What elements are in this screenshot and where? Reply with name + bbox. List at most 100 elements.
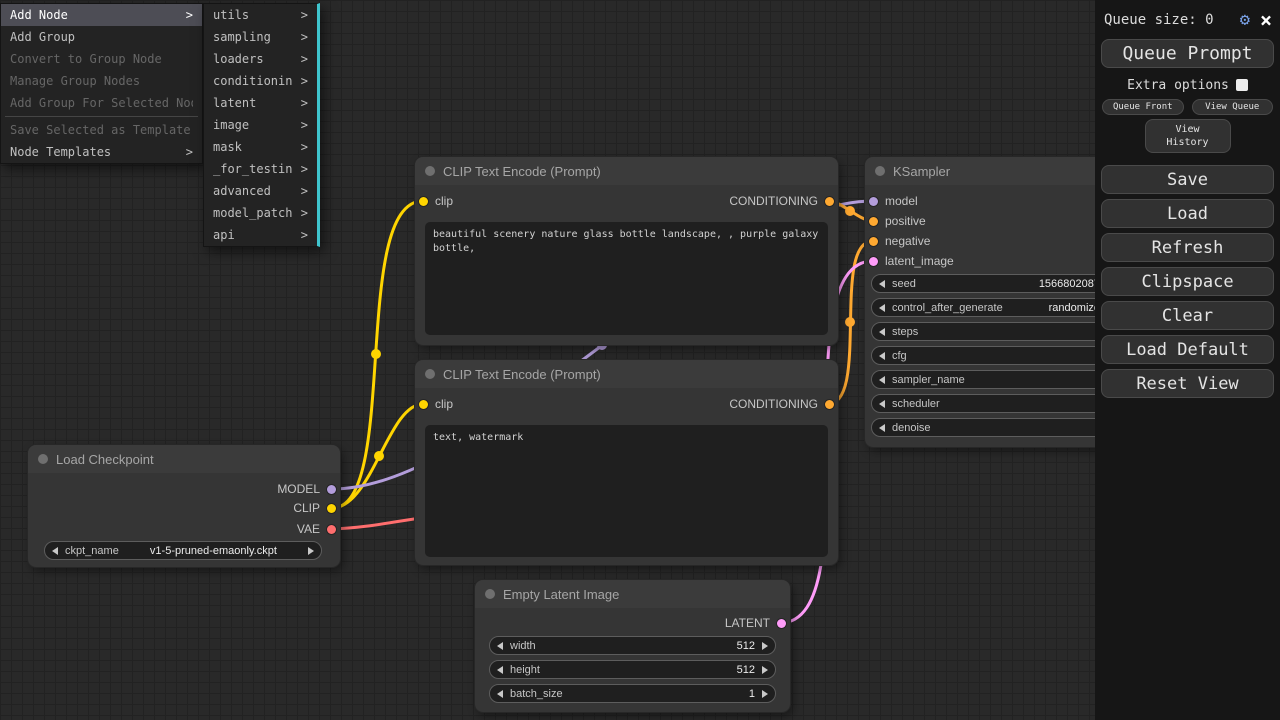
decrement-arrow-icon[interactable] <box>879 424 885 432</box>
positive-input-dot[interactable] <box>869 217 878 226</box>
node-clip-text-encode-negative[interactable]: CLIP Text Encode (Prompt) clip CONDITION… <box>415 360 838 565</box>
menu-separator <box>5 116 198 117</box>
view-queue-button[interactable]: View Queue <box>1192 99 1274 115</box>
decrement-arrow-icon[interactable] <box>879 400 885 408</box>
widget-height[interactable]: height 512 <box>489 660 776 679</box>
menu-item-node-templates[interactable]: Node Templates > <box>1 141 202 163</box>
submenu-item-api[interactable]: api > <box>204 224 317 246</box>
node-collapse-dot[interactable] <box>38 454 48 464</box>
menu-item-manage-group-nodes[interactable]: Manage Group Nodes <box>1 70 202 92</box>
clip-output-dot[interactable] <box>327 504 336 513</box>
vae-output-dot[interactable] <box>327 525 336 534</box>
node-collapse-dot[interactable] <box>485 589 495 599</box>
node-titlebar[interactable]: CLIP Text Encode (Prompt) <box>415 157 838 185</box>
node-title-label: Empty Latent Image <box>503 587 619 602</box>
node-titlebar[interactable]: KSampler <box>865 157 1128 185</box>
node-title-label: KSampler <box>893 164 950 179</box>
node-titlebar[interactable]: CLIP Text Encode (Prompt) <box>415 360 838 388</box>
widget-width[interactable]: width 512 <box>489 636 776 655</box>
increment-arrow-icon[interactable] <box>762 666 768 674</box>
widget-scheduler[interactable]: scheduler <box>871 394 1121 413</box>
submenu-item-conditioning[interactable]: conditioning > <box>204 70 317 92</box>
prompt-textarea[interactable]: beautiful scenery nature glass bottle la… <box>425 222 828 335</box>
load-button[interactable]: Load <box>1101 199 1274 228</box>
view-history-button[interactable]: View History <box>1145 119 1231 153</box>
menu-item-add-group[interactable]: Add Group <box>1 26 202 48</box>
latent-output-dot[interactable] <box>777 619 786 628</box>
node-load-checkpoint[interactable]: Load Checkpoint MODEL CLIP VAE ckpt_name… <box>28 445 340 567</box>
submenu-item-utils[interactable]: utils > <box>204 4 317 26</box>
node-collapse-dot[interactable] <box>425 166 435 176</box>
menu-item-add-group-for-selected-nodes[interactable]: Add Group For Selected Nodes <box>1 92 202 114</box>
latent-image-input-dot[interactable] <box>869 257 878 266</box>
submenu-item-mask[interactable]: mask > <box>204 136 317 158</box>
negative-input-dot[interactable] <box>869 237 878 246</box>
decrement-arrow-icon[interactable] <box>497 666 503 674</box>
decrement-arrow-icon[interactable] <box>879 376 885 384</box>
node-collapse-dot[interactable] <box>425 369 435 379</box>
submenu-item-sampling[interactable]: sampling > <box>204 26 317 48</box>
menu-item-convert-to-group-node[interactable]: Convert to Group Node <box>1 48 202 70</box>
menu-item-add-node[interactable]: Add Node > <box>1 4 202 26</box>
refresh-button[interactable]: Refresh <box>1101 233 1274 262</box>
widget-name: seed <box>892 278 916 290</box>
widget-ckpt-name[interactable]: ckpt_name v1-5-pruned-emaonly.ckpt <box>44 541 322 560</box>
widget-value: v1-5-pruned-emaonly.ckpt <box>126 545 301 557</box>
increment-arrow-icon[interactable] <box>762 690 768 698</box>
load-default-button[interactable]: Load Default <box>1101 335 1274 364</box>
reset-view-button[interactable]: Reset View <box>1101 369 1274 398</box>
decrement-arrow-icon[interactable] <box>497 642 503 650</box>
node-titlebar[interactable]: Empty Latent Image <box>475 580 790 608</box>
previous-arrow-icon[interactable] <box>52 547 58 555</box>
widget-sampler-name[interactable]: sampler_name <box>871 370 1121 389</box>
next-arrow-icon[interactable] <box>308 547 314 555</box>
decrement-arrow-icon[interactable] <box>879 280 885 288</box>
submenu-item-advanced[interactable]: advanced > <box>204 180 317 202</box>
submenu-item-model-patches[interactable]: model_patches > <box>204 202 317 224</box>
model-input-dot[interactable] <box>869 197 878 206</box>
clip-input-dot[interactable] <box>419 197 428 206</box>
decrement-arrow-icon[interactable] <box>879 352 885 360</box>
save-button[interactable]: Save <box>1101 165 1274 194</box>
conditioning-output-dot[interactable] <box>825 400 834 409</box>
queue-prompt-button[interactable]: Queue Prompt <box>1101 39 1274 68</box>
widget-steps[interactable]: steps <box>871 322 1121 341</box>
output-port-vae: VAE <box>297 522 336 536</box>
decrement-arrow-icon[interactable] <box>879 328 885 336</box>
node-collapse-dot[interactable] <box>875 166 885 176</box>
node-ksampler[interactable]: KSampler model positive negative latent_… <box>865 157 1128 447</box>
clip-input-dot[interactable] <box>419 400 428 409</box>
port-label: model <box>885 194 918 208</box>
close-menu-icon[interactable]: × <box>1260 10 1272 30</box>
input-port-model: model <box>869 194 918 208</box>
increment-arrow-icon[interactable] <box>762 642 768 650</box>
clear-button[interactable]: Clear <box>1101 301 1274 330</box>
node-clip-text-encode-positive[interactable]: CLIP Text Encode (Prompt) clip CONDITION… <box>415 157 838 345</box>
settings-gear-icon[interactable]: ⚙ <box>1240 10 1250 30</box>
port-label: CLIP <box>293 501 320 515</box>
widget-control-after-generate[interactable]: control_after_generate randomize <box>871 298 1121 317</box>
conditioning-output-dot[interactable] <box>825 197 834 206</box>
node-title-label: Load Checkpoint <box>56 452 154 467</box>
decrement-arrow-icon[interactable] <box>879 304 885 312</box>
port-label: MODEL <box>277 482 320 496</box>
submenu-item-latent[interactable]: latent > <box>204 92 317 114</box>
widget-seed[interactable]: seed 1566802087 <box>871 274 1121 293</box>
model-output-dot[interactable] <box>327 485 336 494</box>
prompt-textarea[interactable]: text, watermark <box>425 425 828 557</box>
decrement-arrow-icon[interactable] <box>497 690 503 698</box>
queue-size-label: Queue size: 0 <box>1104 12 1240 28</box>
queue-front-button[interactable]: Queue Front <box>1102 99 1184 115</box>
widget-cfg[interactable]: cfg <box>871 346 1121 365</box>
submenu-item-image[interactable]: image > <box>204 114 317 136</box>
node-empty-latent-image[interactable]: Empty Latent Image LATENT width 512 heig… <box>475 580 790 712</box>
widget-denoise[interactable]: denoise <box>871 418 1121 437</box>
submenu-item-loaders[interactable]: loaders > <box>204 48 317 70</box>
extra-options-checkbox[interactable] <box>1236 79 1248 91</box>
widget-batch-size[interactable]: batch_size 1 <box>489 684 776 703</box>
node-titlebar[interactable]: Load Checkpoint <box>28 445 340 473</box>
clipspace-button[interactable]: Clipspace <box>1101 267 1274 296</box>
menu-item-save-selected-as-template[interactable]: Save Selected as Template <box>1 119 202 141</box>
widget-value: 1 <box>570 688 755 700</box>
submenu-item-for-testing[interactable]: _for_testing > <box>204 158 317 180</box>
